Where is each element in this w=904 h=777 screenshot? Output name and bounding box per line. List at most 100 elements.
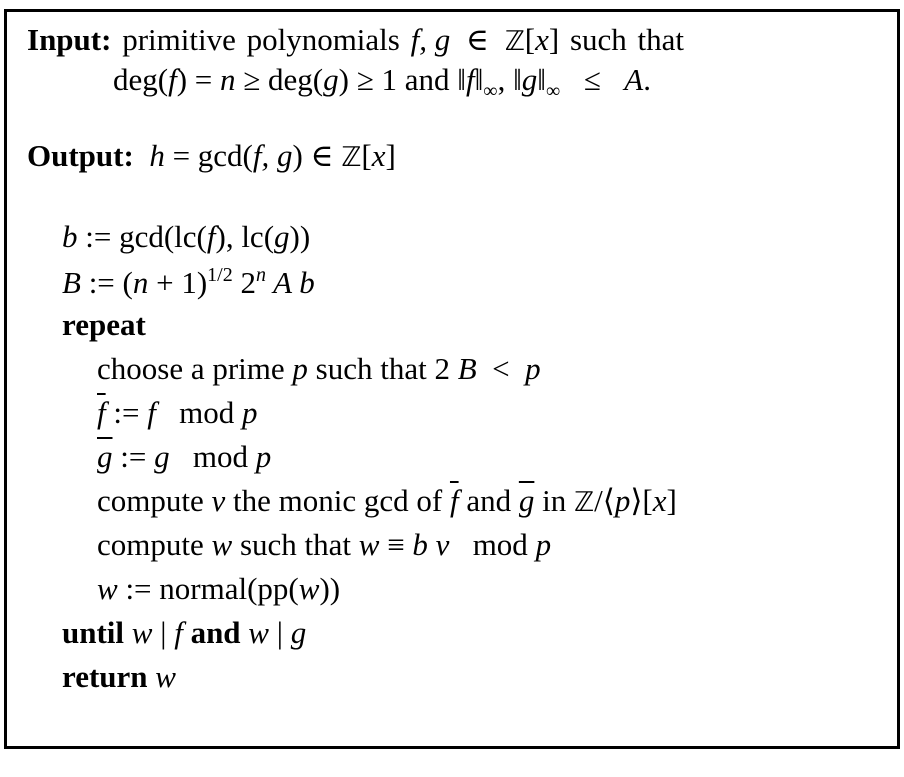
keyword: until: [62, 615, 125, 650]
math-symbol: p: [241, 395, 258, 430]
math-symbol: g: [274, 219, 290, 254]
text-segment: .: [643, 62, 651, 97]
math-symbol: b: [62, 219, 78, 254]
math-symbol: w: [97, 571, 118, 606]
math-symbol: h: [149, 138, 165, 173]
math-symbol: B: [457, 351, 477, 386]
text-segment: := normal(pp(: [117, 571, 299, 606]
step-normalize-w: w := normal(pp(w)): [97, 573, 340, 604]
text-segment: := gcd(lc(: [77, 219, 207, 254]
math-symbol: p: [535, 527, 552, 562]
text-segment: ≥ deg(: [235, 62, 324, 97]
text-segment: [: [524, 22, 536, 57]
text-segment: :=: [112, 439, 155, 474]
math-symbol: p: [614, 483, 631, 518]
step-B: B := (n + 1)1/2 2n A b: [62, 265, 315, 298]
math-symbol: g: [97, 439, 113, 474]
step-compute-w: compute w such that w ≡ b ν mod p: [97, 529, 551, 560]
math-symbol: x: [371, 138, 386, 173]
math-symbol: p: [525, 351, 541, 386]
math-symbol: b ν: [412, 527, 450, 562]
text-segment: ℤ: [573, 487, 595, 518]
text-segment: )): [319, 571, 341, 606]
text-segment: := (: [80, 265, 133, 300]
keyword-until: until w | f and w | g: [62, 617, 306, 648]
text-segment: ∞: [483, 80, 498, 102]
math-symbol: f: [449, 483, 459, 518]
text-segment: ), lc(: [215, 219, 275, 254]
step-fbar: f := f mod p: [97, 397, 257, 428]
text-segment: ≡: [379, 527, 413, 562]
text-segment: :=: [105, 395, 148, 430]
text-segment: + 1): [148, 265, 208, 300]
text-segment: 1/2: [207, 264, 233, 286]
text-segment: mod: [169, 439, 256, 474]
text-segment: ⟩[: [630, 483, 653, 518]
text-segment: primitive polynomials: [111, 22, 411, 57]
text-segment: such that: [232, 527, 359, 562]
math-symbol: p: [292, 351, 308, 386]
text-segment: ) =: [176, 62, 221, 97]
keyword: return: [62, 659, 148, 694]
math-symbol: f: [97, 395, 106, 430]
math-symbol: f: [147, 395, 156, 430]
keyword: repeat: [62, 307, 146, 342]
step-b: b := gcd(lc(f), lc(g)): [62, 221, 310, 252]
keyword-return: return w: [62, 661, 176, 692]
output-line: Output: h = gcd(f, g) ∈ ℤ[x]: [27, 140, 396, 171]
input-line-1: Input: primitive polynomials f, g ∈ ℤ[x]…: [27, 24, 684, 55]
text-segment: [: [361, 138, 372, 173]
text-segment: 2: [232, 265, 256, 300]
math-symbol: A: [624, 62, 644, 97]
math-symbol: w: [131, 615, 153, 650]
text-segment: the monic gcd of: [225, 483, 450, 518]
text-segment: compute: [97, 527, 212, 562]
math-symbol: w: [298, 571, 320, 606]
text-segment: = gcd(: [164, 138, 253, 173]
keyword-repeat: repeat: [62, 309, 146, 340]
text-segment: compute: [97, 483, 212, 518]
text-segment: choose a prime: [97, 351, 293, 386]
text-segment: ℤ: [504, 26, 525, 57]
math-symbol: B: [62, 265, 81, 300]
text-segment: /⟨: [594, 483, 615, 518]
math-symbol: g: [518, 483, 535, 518]
math-symbol: x: [535, 22, 549, 57]
input-line-2: deg(f) = n ≥ deg(g) ≥ 1 and ‖f‖∞, ‖g‖∞ ≤…: [113, 64, 651, 101]
text-segment: ≤: [560, 62, 625, 97]
text-segment: n: [255, 264, 266, 286]
text-segment: such that: [559, 22, 685, 57]
text-segment: ∞: [546, 80, 561, 102]
math-symbol: A b: [265, 265, 315, 300]
text-segment: ) ≥ 1 and ‖: [338, 62, 466, 97]
text-segment: [134, 138, 150, 173]
math-symbol: n: [132, 265, 149, 300]
text-segment: in: [534, 483, 574, 518]
math-symbol: w: [155, 659, 176, 694]
text-segment: mod: [449, 527, 536, 562]
math-symbol: g: [154, 439, 170, 474]
math-symbol: f: [174, 615, 183, 650]
keyword: Input:: [27, 22, 112, 57]
math-symbol: f, g: [252, 138, 293, 173]
math-symbol: g: [290, 615, 307, 650]
math-symbol: g: [323, 62, 339, 97]
math-symbol: n: [220, 62, 236, 97]
text-segment: ∈: [450, 22, 505, 57]
math-symbol: x: [652, 483, 667, 518]
text-segment: deg(: [113, 62, 169, 97]
text-segment: )): [289, 219, 311, 254]
math-symbol: f: [465, 62, 475, 97]
text-segment: such that 2: [307, 351, 458, 386]
keyword: Output:: [27, 138, 134, 173]
text-segment: <: [476, 351, 526, 386]
text-segment: , ‖: [497, 62, 522, 97]
text-segment: ]: [385, 138, 396, 173]
text-segment: mod: [155, 395, 242, 430]
math-symbol: g: [521, 62, 538, 97]
math-symbol: w: [248, 615, 269, 650]
algorithm-box: Input: primitive polynomials f, g ∈ ℤ[x]…: [4, 9, 900, 749]
math-symbol: p: [255, 439, 272, 474]
keyword: and: [182, 615, 241, 650]
text-segment: ‖: [474, 62, 484, 97]
